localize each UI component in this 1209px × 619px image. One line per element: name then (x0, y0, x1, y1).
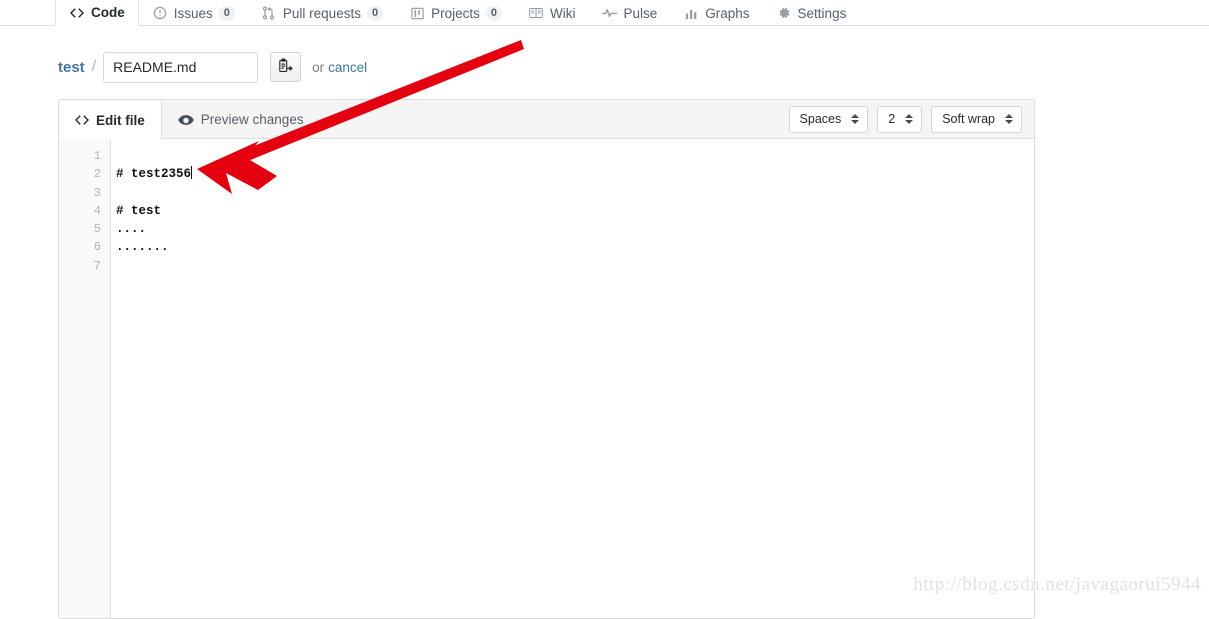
nav-tab-pulse-label: Pulse (623, 5, 658, 21)
nav-tab-settings[interactable]: Settings (763, 0, 860, 26)
nav-tab-issues[interactable]: Issues 0 (139, 0, 248, 26)
editor-tabbar: Edit file Preview changes Spaces 2 Soft … (59, 100, 1034, 140)
project-icon (409, 6, 425, 20)
nav-tab-pulse[interactable]: Pulse (588, 0, 670, 26)
chevron-updown-icon (905, 114, 914, 124)
chevron-updown-icon (851, 114, 860, 124)
book-icon (528, 6, 544, 20)
code-editor[interactable]: 1 2 3 4 5 6 7 # test2356 # test .... ...… (59, 139, 1034, 618)
wrap-mode-select[interactable]: Soft wrap (931, 105, 1022, 133)
nav-tab-code-label: Code (91, 5, 125, 20)
line-number: 1 (93, 149, 101, 163)
nav-tab-projects-label: Projects (431, 5, 480, 21)
or-label: or (312, 59, 325, 75)
code-line: ....... (116, 238, 1034, 256)
indent-width-value: 2 (888, 112, 896, 126)
line-number: 4 (93, 203, 101, 218)
line-number: 5 (93, 222, 101, 237)
code-line: # test2356 (116, 165, 1034, 183)
pulse-icon (601, 6, 617, 20)
code-line-text: # test2356 (116, 167, 192, 182)
line-number-gutter: 1 2 3 4 5 6 7 (59, 139, 111, 618)
gear-icon (776, 6, 792, 20)
tab-preview-changes-label: Preview changes (200, 112, 304, 127)
nav-tab-graphs[interactable]: Graphs (670, 0, 762, 26)
watermark-text: http://blog.csdn.net/javagaorui5944 (913, 574, 1201, 595)
nav-tab-graphs-label: Graphs (705, 5, 750, 21)
nav-tab-pull-requests[interactable]: Pull requests 0 (248, 0, 396, 26)
pull-requests-counter: 0 (366, 5, 384, 21)
projects-counter: 0 (485, 5, 502, 21)
line-number: 6 (93, 240, 101, 255)
indent-mode-value: Spaces (799, 112, 842, 126)
text-cursor (191, 166, 193, 180)
code-text-area[interactable]: # test2356 # test .... ....... (111, 139, 1034, 618)
nav-tab-code[interactable]: Code (55, 0, 139, 26)
nav-tab-projects[interactable]: Projects 0 (396, 0, 515, 26)
indent-width-select[interactable]: 2 (877, 105, 923, 133)
nav-tab-wiki[interactable]: Wiki (515, 0, 589, 26)
line-number: 2 (93, 167, 101, 182)
nav-tab-issues-label: Issues (173, 5, 213, 21)
tab-preview-changes[interactable]: Preview changes (162, 100, 320, 139)
code-line: # test (116, 202, 1034, 220)
filename-input[interactable] (103, 51, 259, 83)
issues-counter: 0 (218, 5, 235, 21)
tab-edit-file[interactable]: Edit file (59, 100, 162, 140)
chevron-updown-icon (1005, 114, 1013, 124)
nav-tab-pull-requests-label: Pull requests (282, 5, 361, 21)
wrap-mode-value: Soft wrap (942, 112, 995, 126)
code-icon (75, 114, 89, 126)
breadcrumb: test / or cancel (58, 50, 367, 84)
breadcrumb-repo-link[interactable]: test (58, 59, 85, 76)
nav-tab-settings-label: Settings (797, 5, 847, 21)
code-line-text: .... (116, 222, 147, 237)
cancel-link[interactable]: cancel (328, 60, 367, 75)
eye-icon (177, 114, 194, 126)
breadcrumb-separator: / (91, 58, 97, 75)
code-line: .... (116, 220, 1034, 238)
file-editor-panel: Edit file Preview changes Spaces 2 Soft … (58, 99, 1035, 619)
graph-icon (683, 6, 699, 20)
issue-opened-icon (152, 6, 168, 20)
git-pull-request-icon (261, 6, 277, 20)
line-number: 7 (93, 258, 101, 273)
repository-nav: Code Issues 0 Pull requests 0 Projects 0… (0, 0, 1209, 26)
indent-mode-select[interactable]: Spaces (788, 105, 869, 133)
line-number: 3 (93, 185, 101, 200)
move-file-icon (278, 58, 293, 77)
nav-tab-wiki-label: Wiki (549, 5, 576, 21)
move-file-button[interactable] (270, 52, 302, 82)
tab-edit-file-label: Edit file (96, 112, 145, 128)
code-line-text: ....... (116, 240, 169, 255)
editor-controls: Spaces 2 Soft wrap (788, 100, 1034, 138)
code-icon (69, 6, 85, 20)
code-line-text: # test (116, 203, 162, 218)
